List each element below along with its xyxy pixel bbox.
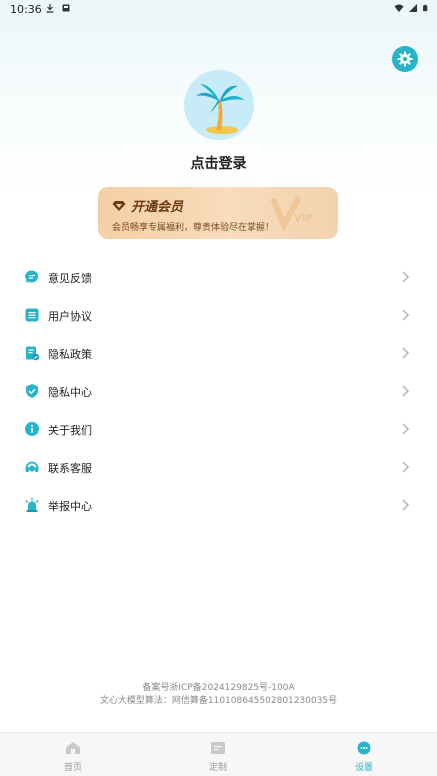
chevron-right-icon — [402, 423, 410, 435]
algorithm-record: 文心大模型算法：网信算备110108645502801230035号 — [99, 696, 338, 706]
tab-label: 设置 — [354, 763, 373, 773]
download-icon — [46, 4, 54, 13]
wifi-icon — [394, 4, 404, 12]
settings-page: 10:36 点击登录 开通会员 会员畅享专属福利，尊贵体验尽在掌握！ VIP 意… — [0, 0, 437, 776]
battery-icon — [423, 4, 428, 12]
menu-item-label: 隐私中心 — [48, 386, 92, 399]
vip-watermark-icon: VIP — [271, 196, 312, 232]
diamond-icon — [112, 200, 126, 211]
login-button[interactable]: 点击登录 — [0, 153, 437, 173]
menu-item-label: 隐私政策 — [48, 348, 92, 361]
customize-icon — [211, 742, 225, 754]
menu-item-contact-support[interactable]: 联系客服 — [0, 448, 437, 486]
bottom-nav: 首页 定制 设置 — [0, 732, 437, 776]
icp-record: 备案号浙ICP备2024129825号-100A — [142, 683, 295, 693]
chevron-right-icon — [402, 385, 410, 397]
privacy-policy-icon — [26, 346, 40, 361]
settings-tab-icon — [357, 741, 371, 755]
vip-subtitle: 会员畅享专属福利，尊贵体验尽在掌握！ — [112, 223, 275, 233]
menu-item-about-us[interactable]: 关于我们 — [0, 410, 437, 448]
footer-info: 备案号浙ICP备2024129825号-100A 文心大模型算法：网信算备110… — [0, 682, 437, 708]
chevron-right-icon — [402, 271, 410, 283]
menu-item-label: 联系客服 — [48, 462, 92, 475]
status-bar: 10:36 — [0, 0, 437, 18]
notification-icon — [62, 4, 70, 12]
shield-check-icon — [26, 384, 38, 398]
signal-icon — [409, 4, 417, 12]
alarm-icon — [25, 498, 39, 512]
menu-item-label: 举报中心 — [48, 500, 92, 513]
chevron-right-icon — [402, 347, 410, 359]
info-icon — [25, 422, 39, 436]
tab-customize[interactable]: 定制 — [168, 733, 268, 776]
chevron-right-icon — [402, 309, 410, 321]
menu-item-privacy-center[interactable]: 隐私中心 — [0, 372, 437, 410]
palm-tree-avatar — [196, 84, 244, 134]
status-time: 10:36 — [10, 3, 42, 16]
menu-item-privacy-policy[interactable]: 隐私政策 — [0, 334, 437, 372]
menu-item-label: 关于我们 — [48, 424, 92, 437]
chevron-right-icon — [402, 461, 410, 473]
menu-item-report-center[interactable]: 举报中心 — [0, 486, 437, 524]
vip-card[interactable]: 开通会员 会员畅享专属福利，尊贵体验尽在掌握！ VIP — [98, 187, 338, 239]
vip-title: 开通会员 — [131, 200, 184, 215]
agreement-icon — [25, 308, 39, 322]
home-icon — [66, 742, 80, 754]
settings-menu: 意见反馈 用户协议 隐私政策 隐私中心 关于我们 联系客服 举报中心 — [0, 258, 437, 524]
tab-settings[interactable]: 设置 — [314, 733, 414, 776]
feedback-icon — [25, 270, 39, 283]
gear-icon — [397, 51, 413, 67]
headset-icon — [25, 461, 39, 472]
menu-item-feedback[interactable]: 意见反馈 — [0, 258, 437, 296]
tab-label: 定制 — [208, 763, 227, 773]
svg-text:VIP: VIP — [294, 213, 312, 224]
avatar[interactable] — [184, 70, 254, 140]
settings-button[interactable] — [392, 46, 418, 72]
menu-item-label: 意见反馈 — [48, 272, 92, 285]
menu-item-user-agreement[interactable]: 用户协议 — [0, 296, 437, 334]
tab-home[interactable]: 首页 — [23, 733, 123, 776]
chevron-right-icon — [402, 499, 410, 511]
tab-label: 首页 — [63, 763, 82, 773]
menu-item-label: 用户协议 — [48, 310, 92, 323]
